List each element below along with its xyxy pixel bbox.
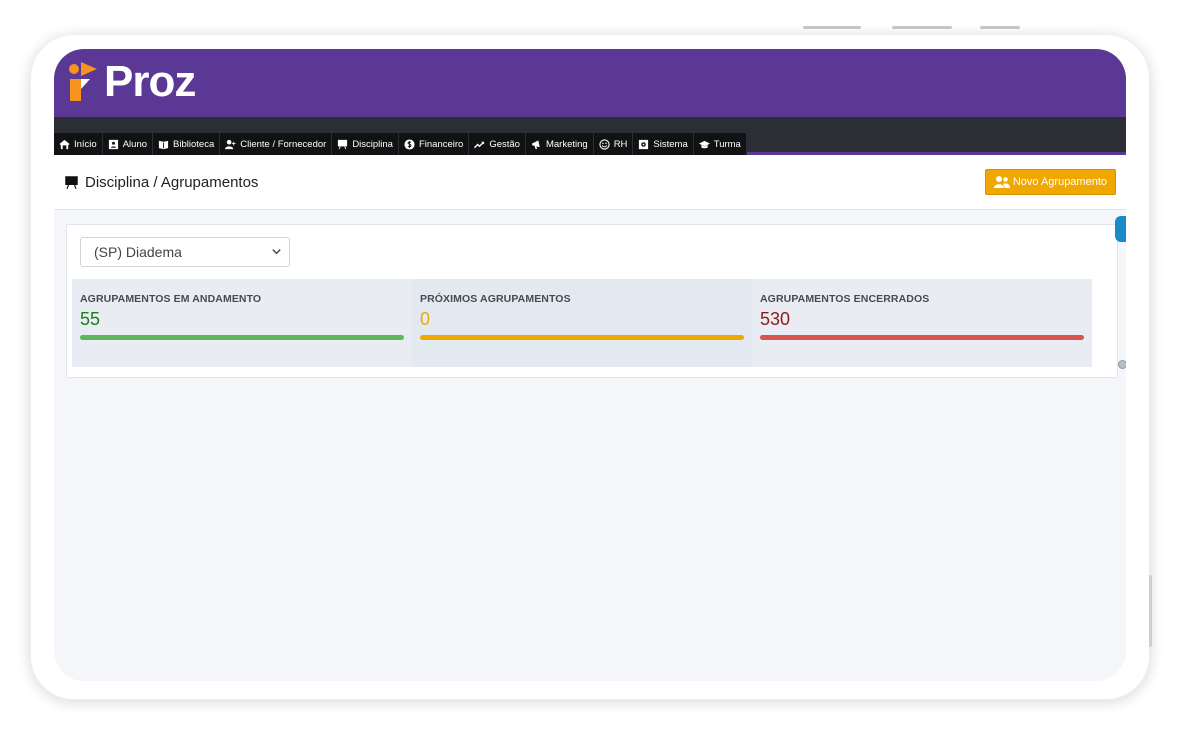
stat-value: 0 (420, 309, 431, 329)
page-title-text: Disciplina / Agrupamentos (85, 174, 259, 191)
book-icon (158, 140, 169, 149)
nav-item-aluno[interactable]: Aluno (102, 133, 154, 155)
main-nav: Início Aluno Biblioteca Cliente / Fornec… (54, 117, 1126, 155)
stat-value: 55 (80, 309, 101, 329)
nav-item-label: Início (74, 138, 97, 150)
stat-upcoming[interactable]: PRÓXIMOS AGRUPAMENTOS 0 (412, 279, 752, 367)
unit-select[interactable]: (SP) Diadema (80, 237, 290, 267)
brand-name: Proz (104, 57, 196, 106)
stat-progress-fill (760, 335, 1084, 340)
stat-label: AGRUPAMENTOS EM ANDAMENTO (80, 293, 262, 305)
users-icon (993, 176, 1010, 188)
nav-item-label: Cliente / Fornecedor (240, 138, 327, 150)
stat-value: 530 (760, 309, 791, 329)
side-radio-dot[interactable] (1118, 360, 1126, 369)
stat-in-progress[interactable]: AGRUPAMENTOS EM ANDAMENTO 55 (72, 279, 412, 367)
trend-up-icon (474, 141, 485, 148)
stat-label: PRÓXIMOS AGRUPAMENTOS (420, 293, 571, 305)
stats-row: AGRUPAMENTOS EM ANDAMENTO 55 PRÓXIMOS AG… (72, 279, 1092, 367)
nav-item-financeiro[interactable]: Financeiro (398, 133, 470, 155)
nav-item-label: Marketing (545, 138, 588, 150)
nav-item-label: Biblioteca (173, 138, 215, 150)
side-widget-tab[interactable] (1115, 216, 1126, 242)
dollar-circle-icon (404, 138, 415, 150)
logo-mark-icon (68, 59, 100, 105)
nav-item-label: Aluno (122, 138, 148, 150)
graduation-cap-icon (698, 140, 710, 148)
megaphone-icon (531, 139, 540, 149)
nav-item-label: Financeiro (418, 138, 464, 150)
decor-dash (892, 26, 952, 29)
nav-item-label: Sistema (653, 138, 688, 150)
gear-box-icon (639, 139, 649, 149)
nav-item-label: Gestão (489, 138, 520, 150)
home-icon (59, 139, 70, 149)
decor-dash (980, 26, 1020, 29)
nav-item-label: RH (613, 138, 628, 150)
stat-progress-bar (80, 335, 404, 340)
stat-closed[interactable]: AGRUPAMENTOS ENCERRADOS 530 (752, 279, 1092, 367)
nav-item-label: Turma (713, 138, 741, 150)
page-title: Disciplina / Agrupamentos (64, 174, 258, 191)
unit-select-value: (SP) Diadema (94, 244, 182, 260)
user-plus-icon (225, 139, 236, 149)
new-grouping-label: Novo Agrupamento (1012, 176, 1107, 188)
nav-item-turma[interactable]: Turma (693, 133, 747, 155)
device-side-button (1149, 575, 1152, 647)
nav-item-sistema[interactable]: Sistema (633, 133, 694, 155)
nav-item-marketing[interactable]: Marketing (525, 133, 594, 155)
app-screen: Proz Início Aluno Biblioteca Cliente / F… (54, 49, 1126, 681)
page-header: Disciplina / Agrupamentos Novo Agrupamen… (54, 155, 1126, 210)
smile-icon (599, 138, 610, 150)
chevron-down-icon (272, 249, 281, 255)
brand-logo[interactable]: Proz (68, 57, 196, 106)
nav-item-gestao[interactable]: Gestão (469, 133, 526, 155)
stat-progress-fill (420, 335, 744, 340)
nav-item-disciplina[interactable]: Disciplina (332, 133, 399, 155)
app-header: Proz (54, 49, 1126, 117)
stat-progress-bar (420, 335, 744, 340)
stat-label: AGRUPAMENTOS ENCERRADOS (760, 293, 930, 305)
nav-item-rh[interactable]: RH (593, 133, 634, 155)
new-grouping-button[interactable]: Novo Agrupamento (984, 169, 1116, 195)
nav-item-label: Disciplina (352, 138, 393, 150)
stat-progress-fill (80, 335, 404, 340)
groupings-card: (SP) Diadema AGRUPAMENTOS EM ANDAMENTO 5… (66, 224, 1118, 378)
decor-dash (803, 26, 861, 29)
nav-item-biblioteca[interactable]: Biblioteca (153, 133, 221, 155)
chalkboard-icon (65, 176, 78, 189)
id-card-icon (108, 139, 118, 149)
stat-progress-bar (760, 335, 1084, 340)
chalkboard-icon (338, 139, 348, 149)
nav-item-inicio[interactable]: Início (54, 133, 103, 155)
nav-item-cliente-fornecedor[interactable]: Cliente / Fornecedor (220, 133, 333, 155)
